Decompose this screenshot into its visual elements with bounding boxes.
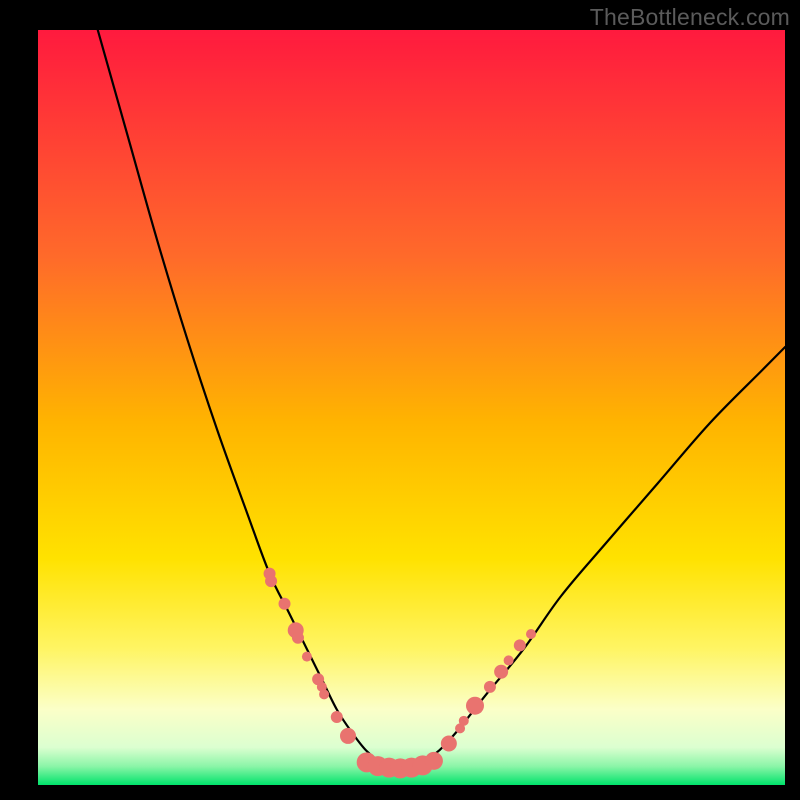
marker-point <box>514 639 526 651</box>
marker-point <box>526 629 536 639</box>
marker-point <box>466 697 484 715</box>
marker-point <box>484 681 496 693</box>
marker-point <box>265 575 277 587</box>
marker-point <box>494 665 508 679</box>
marker-point <box>331 711 343 723</box>
marker-point <box>340 728 356 744</box>
marker-point <box>319 689 329 699</box>
marker-point <box>459 716 469 726</box>
marker-point <box>504 655 514 665</box>
plot-area <box>38 30 785 785</box>
gradient-background <box>38 30 785 785</box>
marker-point <box>441 735 457 751</box>
marker-point <box>302 652 312 662</box>
marker-point <box>292 632 304 644</box>
watermark-text: TheBottleneck.com <box>590 4 790 31</box>
chart-frame: TheBottleneck.com <box>0 0 800 800</box>
marker-point <box>425 752 443 770</box>
plot-svg <box>38 30 785 785</box>
marker-point <box>279 598 291 610</box>
